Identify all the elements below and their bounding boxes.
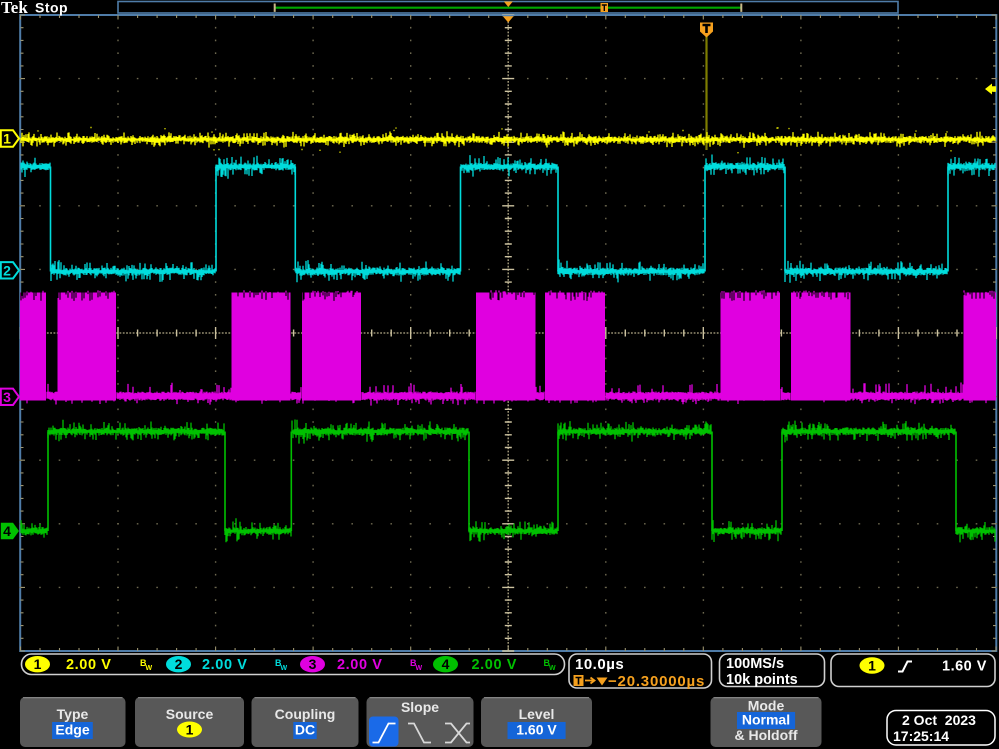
svg-text:100MS/s: 100MS/s — [726, 656, 784, 672]
svg-text:17:25:14: 17:25:14 — [893, 728, 949, 744]
svg-text:Normal: Normal — [742, 712, 790, 728]
svg-text:W: W — [416, 665, 423, 672]
svg-text:Slope: Slope — [401, 699, 439, 715]
svg-text:Level: Level — [519, 706, 555, 722]
svg-text:2: 2 — [175, 656, 183, 672]
svg-text:Edge: Edge — [55, 722, 89, 738]
svg-text:2.00 V: 2.00 V — [66, 657, 112, 673]
svg-text:−20.30000µs: −20.30000µs — [608, 673, 705, 690]
svg-text:W: W — [281, 665, 288, 672]
svg-text:2.00 V: 2.00 V — [337, 657, 383, 673]
svg-text:3: 3 — [309, 656, 317, 672]
svg-text:1.60 V: 1.60 V — [516, 722, 557, 738]
svg-text:2 Oct 2023: 2 Oct 2023 — [902, 712, 976, 728]
svg-text:2.00 V: 2.00 V — [202, 657, 248, 673]
svg-text:1.60 V: 1.60 V — [942, 659, 987, 675]
svg-text:& Holdoff: & Holdoff — [735, 727, 798, 743]
svg-text:2.00 V: 2.00 V — [472, 657, 518, 673]
svg-text:1: 1 — [186, 722, 194, 738]
svg-text:1: 1 — [34, 656, 42, 672]
svg-text:DC: DC — [295, 722, 315, 738]
svg-text:W: W — [549, 665, 556, 672]
svg-text:Tek: Tek — [1, 0, 28, 17]
svg-text:W: W — [146, 665, 153, 672]
svg-text:2: 2 — [3, 263, 11, 279]
svg-text:4: 4 — [442, 656, 450, 672]
svg-text:10.0µs: 10.0µs — [575, 656, 624, 673]
svg-text:Source: Source — [166, 706, 214, 722]
svg-text:Stop: Stop — [35, 0, 68, 16]
svg-text:1: 1 — [868, 658, 876, 674]
svg-text:3: 3 — [3, 389, 11, 405]
svg-text:1: 1 — [3, 131, 11, 147]
svg-text:4: 4 — [3, 523, 11, 539]
svg-text:Coupling: Coupling — [275, 706, 336, 722]
svg-text:10k points: 10k points — [726, 672, 798, 688]
svg-text:Type: Type — [57, 706, 89, 722]
